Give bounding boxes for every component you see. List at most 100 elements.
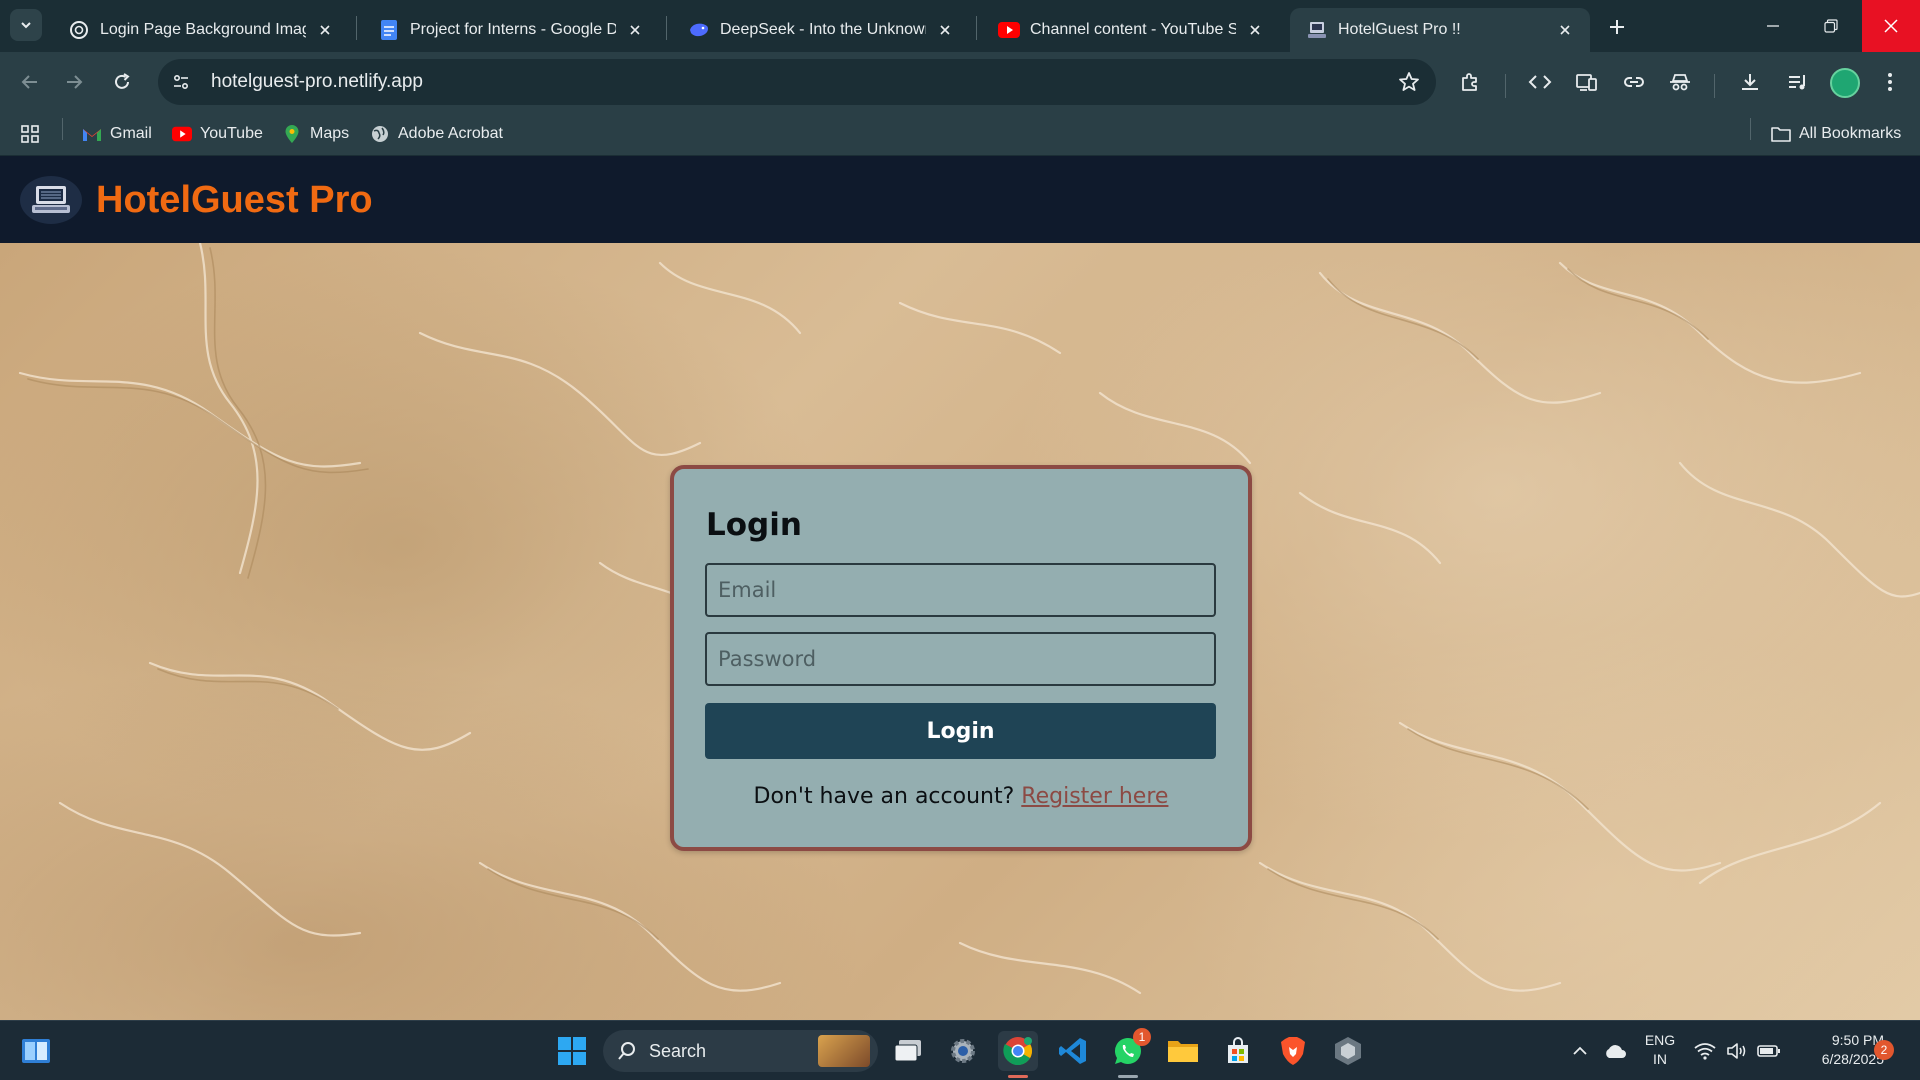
all-bookmarks-label: All Bookmarks bbox=[1799, 125, 1902, 142]
profile-avatar[interactable] bbox=[1830, 68, 1860, 98]
tab-title: Login Page Background Image bbox=[100, 21, 306, 38]
login-background: Login Login Don't have an account? Regis… bbox=[0, 243, 1920, 1020]
playlist-icon bbox=[1789, 75, 1805, 90]
close-icon[interactable] bbox=[934, 19, 956, 41]
task-view-button[interactable] bbox=[888, 1031, 928, 1071]
battery-button[interactable] bbox=[1754, 1031, 1784, 1071]
chrome-app[interactable] bbox=[998, 1031, 1038, 1078]
tray-overflow-button[interactable] bbox=[1567, 1031, 1593, 1071]
back-button[interactable] bbox=[12, 64, 48, 100]
bookmark-label: Adobe Acrobat bbox=[398, 125, 503, 142]
taskbar-clock[interactable]: 9:50 PM 6/28/2025 bbox=[1788, 1031, 1884, 1069]
region-code: IN bbox=[1653, 1051, 1667, 1067]
task-view-icon bbox=[894, 1040, 921, 1062]
minimize-button[interactable] bbox=[1744, 0, 1802, 52]
register-link[interactable]: Register here bbox=[1021, 784, 1168, 809]
window-close-button[interactable] bbox=[1862, 0, 1920, 52]
login-card: Login Login Don't have an account? Regis… bbox=[670, 465, 1252, 851]
battery-icon bbox=[1757, 1045, 1780, 1057]
login-button[interactable]: Login bbox=[705, 703, 1216, 759]
close-icon[interactable] bbox=[1244, 19, 1266, 41]
settings-app[interactable] bbox=[943, 1031, 983, 1071]
extensions-button[interactable] bbox=[1452, 64, 1488, 100]
whatsapp-app[interactable]: 1 bbox=[1108, 1028, 1151, 1078]
widgets-button[interactable] bbox=[16, 1031, 56, 1071]
maps-icon bbox=[282, 124, 302, 144]
minimize-icon bbox=[1767, 25, 1779, 27]
link-icon bbox=[1624, 77, 1644, 87]
code-icon bbox=[1528, 75, 1552, 89]
menu-button[interactable] bbox=[1872, 64, 1908, 100]
link-button[interactable] bbox=[1616, 64, 1652, 100]
bookmark-youtube[interactable]: YouTube bbox=[172, 121, 263, 147]
wifi-button[interactable] bbox=[1690, 1031, 1720, 1071]
gmail-icon bbox=[82, 124, 102, 144]
whatsapp-badge: 1 bbox=[1133, 1028, 1151, 1046]
bookmarks-bar: Gmail YouTube Maps Adobe Acrobat All Boo… bbox=[0, 112, 1920, 156]
restore-button[interactable] bbox=[1802, 0, 1860, 52]
media-controls-button[interactable] bbox=[1780, 64, 1816, 100]
microsoft-store-app[interactable] bbox=[1218, 1031, 1258, 1071]
tab-search-button[interactable] bbox=[10, 9, 42, 41]
search-icon bbox=[615, 1039, 639, 1063]
incognito-icon bbox=[1670, 74, 1690, 91]
volume-button[interactable] bbox=[1722, 1031, 1752, 1071]
tab-divider bbox=[976, 16, 977, 40]
browser-tab[interactable]: Login Page Background Image bbox=[52, 8, 350, 52]
language-indicator[interactable]: ENG IN bbox=[1636, 1031, 1684, 1069]
url-text: hotelguest-pro.netlify.app bbox=[211, 71, 423, 92]
browser-tab-active[interactable]: HotelGuest Pro !! bbox=[1290, 8, 1590, 52]
taskbar-search[interactable]: Search bbox=[603, 1030, 878, 1072]
browser-tab-strip: Login Page Background Image Project for … bbox=[0, 0, 1920, 52]
toolbar-divider bbox=[1505, 74, 1506, 98]
notification-badge[interactable]: 2 bbox=[1874, 1040, 1894, 1060]
start-button[interactable] bbox=[552, 1031, 592, 1071]
folder-icon bbox=[1168, 1041, 1198, 1062]
browser-tab[interactable]: DeepSeek - Into the Unknown bbox=[672, 8, 970, 52]
forward-button[interactable] bbox=[56, 64, 92, 100]
globe-icon bbox=[370, 124, 390, 144]
bookmark-gmail[interactable]: Gmail bbox=[82, 121, 152, 147]
device-toolbar-button[interactable] bbox=[1569, 64, 1605, 100]
hotel-icon bbox=[1306, 19, 1328, 41]
reload-icon bbox=[115, 73, 130, 89]
register-prompt-text: Don't have an account? bbox=[753, 784, 1015, 809]
close-icon[interactable] bbox=[624, 19, 646, 41]
youtube-icon bbox=[998, 19, 1020, 41]
new-tab-button[interactable] bbox=[1602, 12, 1632, 42]
tab-title: HotelGuest Pro !! bbox=[1338, 21, 1461, 38]
brave-icon bbox=[1281, 1037, 1305, 1065]
browser-tab[interactable]: Project for Interns - Google Docs bbox=[362, 8, 660, 52]
youtube-icon bbox=[172, 124, 192, 144]
vscode-app[interactable] bbox=[1053, 1031, 1093, 1071]
app-header: HotelGuest Pro bbox=[0, 157, 1920, 243]
app-title[interactable]: HotelGuest Pro bbox=[96, 179, 373, 222]
restore-icon bbox=[1824, 19, 1838, 33]
file-explorer-app[interactable] bbox=[1163, 1031, 1203, 1071]
email-field[interactable] bbox=[705, 563, 1216, 617]
tab-title: DeepSeek - Into the Unknown bbox=[720, 21, 926, 38]
onedrive-button[interactable] bbox=[1598, 1031, 1632, 1071]
tab-title: Channel content - YouTube Studio bbox=[1030, 21, 1236, 38]
bookmark-maps[interactable]: Maps bbox=[282, 121, 349, 147]
hexagon-app-icon bbox=[1335, 1037, 1361, 1065]
bookmark-star-icon[interactable] bbox=[1396, 69, 1422, 95]
incognito-button[interactable] bbox=[1662, 64, 1698, 100]
chrome-icon bbox=[1003, 1037, 1032, 1066]
browser-tab[interactable]: Channel content - YouTube Studio bbox=[982, 8, 1280, 52]
address-bar[interactable]: hotelguest-pro.netlify.app bbox=[158, 59, 1436, 105]
devtools-button[interactable] bbox=[1522, 64, 1558, 100]
tab-divider bbox=[356, 16, 357, 40]
close-icon[interactable] bbox=[1554, 19, 1576, 41]
all-bookmarks-button[interactable]: All Bookmarks bbox=[1771, 121, 1901, 147]
reload-button[interactable] bbox=[104, 64, 140, 100]
close-icon[interactable] bbox=[314, 19, 336, 41]
apps-button[interactable] bbox=[20, 121, 40, 147]
site-info-icon[interactable] bbox=[163, 64, 199, 100]
downloads-button[interactable] bbox=[1732, 64, 1768, 100]
app-hexagon[interactable] bbox=[1328, 1031, 1368, 1071]
password-field[interactable] bbox=[705, 632, 1216, 686]
brave-app[interactable] bbox=[1273, 1031, 1313, 1071]
bookmark-adobe-acrobat[interactable]: Adobe Acrobat bbox=[370, 121, 503, 147]
plus-icon bbox=[1610, 20, 1624, 34]
